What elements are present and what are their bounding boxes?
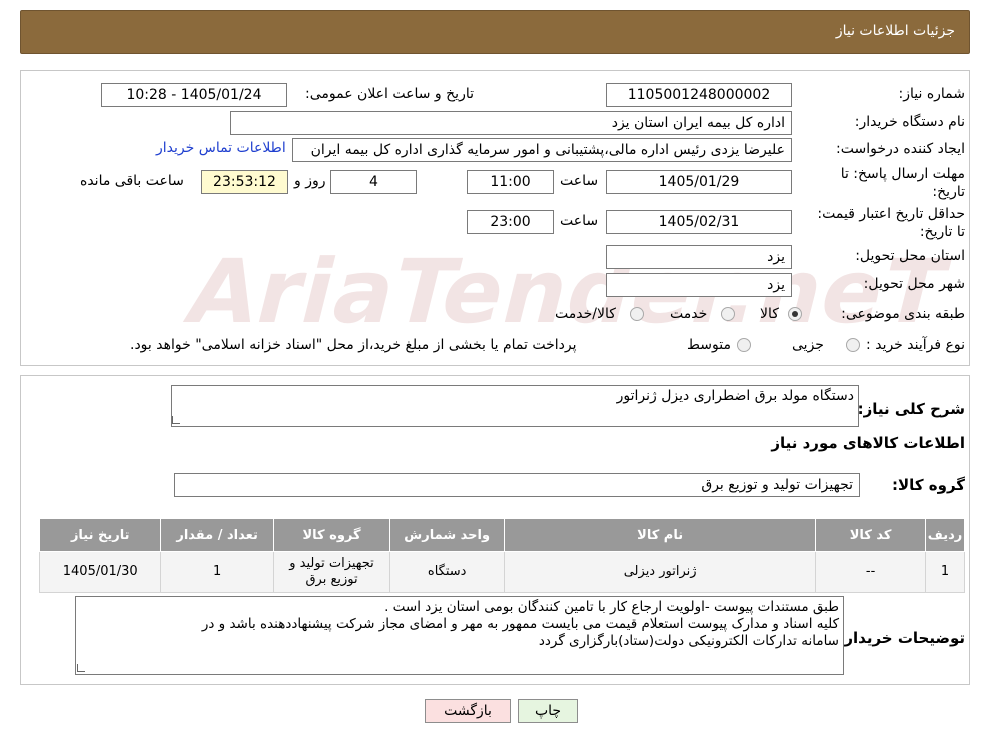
need-number-label: شماره نیاز:: [898, 86, 966, 102]
need-number-field: 1105001248000002: [606, 83, 792, 107]
announce-label: تاریخ و ساعت اعلان عمومی:: [305, 86, 474, 102]
cell-quantity: 1: [160, 551, 274, 593]
col-unit: واحد شمارش: [389, 518, 506, 552]
announce-field: 1405/01/24 - 10:28: [101, 83, 287, 107]
cell-code: --: [815, 551, 927, 593]
remaining-label: ساعت باقی مانده: [80, 173, 184, 189]
price-validity-date-field: 1405/02/31: [606, 210, 792, 234]
cell-group: تجهیزات تولید و توزیع برق: [272, 551, 391, 593]
category-goods-service-radio[interactable]: [630, 307, 644, 321]
col-name: نام کالا: [504, 518, 817, 552]
col-date: تاریخ نیاز: [38, 518, 162, 552]
col-code: کد کالا: [815, 518, 927, 552]
goods-info-title: اطلاعات کالاهای مورد نیاز: [771, 434, 965, 452]
deadline-date-field: 1405/01/29: [606, 170, 792, 194]
cell-date: 1405/01/30: [38, 551, 162, 593]
cell-unit: دستگاه: [389, 551, 506, 593]
city-field: یزد: [606, 273, 792, 297]
items-table: ردیف کد کالا نام کالا واحد شمارش گروه کا…: [38, 518, 965, 593]
category-goods-radio[interactable]: [788, 307, 802, 321]
cell-row: 1: [925, 551, 965, 593]
process-medium-radio[interactable]: [737, 338, 751, 352]
items-table-header: ردیف کد کالا نام کالا واحد شمارش گروه کا…: [38, 518, 965, 552]
goods-group-field: تجهیزات تولید و توزیع برق: [174, 473, 860, 497]
price-validity-label: حداقل تاریخ اعتبار قیمت: تا تاریخ:: [817, 206, 965, 240]
category-service-radio[interactable]: [721, 307, 735, 321]
deadline-time-field: 11:00: [467, 170, 554, 194]
days-field: 4: [330, 170, 417, 194]
need-summary-field[interactable]: دستگاه مولد برق اضطراری دیزل ژنراتور: [171, 385, 859, 427]
buyer-contact-link[interactable]: اطلاعات تماس خریدار: [156, 140, 286, 156]
city-label: شهر محل تحویل:: [863, 276, 965, 292]
deadline-time-label: ساعت: [560, 173, 599, 189]
creator-field: علیرضا یزدی رئیس اداره مالی،پشتیبانی و ا…: [292, 138, 792, 162]
resize-handle-icon[interactable]: [172, 416, 180, 424]
category-service-label: خدمت: [670, 306, 708, 322]
col-group: گروه کالا: [272, 518, 391, 552]
process-minor-label: جزیی: [792, 337, 824, 353]
price-validity-time-field: 23:00: [467, 210, 554, 234]
buyer-org-field: اداره کل بیمه ایران استان یزد: [230, 111, 792, 135]
table-row: 1 -- ژنراتور دیزلی دستگاه تجهیزات تولید …: [38, 551, 965, 593]
page-title: جزئیات اطلاعات نیاز: [835, 23, 955, 39]
buyer-org-label: نام دستگاه خریدار:: [854, 114, 965, 130]
need-summary-label: شرح کلی نیاز:: [857, 400, 965, 418]
buyer-notes-line3: سامانه تدارکات الکترونیکی دولت(ستاد)بارگ…: [538, 633, 839, 649]
watermark-logo: AriaTender.neT: [177, 240, 958, 343]
page-header: جزئیات اطلاعات نیاز: [20, 10, 970, 54]
col-quantity: تعداد / مقدار: [160, 518, 274, 552]
category-goods-label: کالا: [760, 306, 779, 322]
buyer-notes-label: توضیحات خریدار:: [838, 629, 965, 647]
process-note: پرداخت تمام یا بخشی از مبلغ خرید،از محل …: [130, 337, 577, 353]
process-label: نوع فرآیند خرید :: [866, 337, 965, 353]
category-goods-service-label: کالا/خدمت: [555, 306, 616, 322]
category-label: طبقه بندی موضوعی:: [841, 306, 965, 322]
resize-handle-icon[interactable]: [77, 664, 85, 672]
back-button[interactable]: بازگشت: [425, 699, 511, 723]
cell-name: ژنراتور دیزلی: [504, 551, 817, 593]
print-button[interactable]: چاپ: [518, 699, 578, 723]
creator-label: ایجاد کننده درخواست:: [836, 141, 965, 157]
need-summary-text: دستگاه مولد برق اضطراری دیزل ژنراتور: [616, 388, 854, 404]
province-label: استان محل تحویل:: [855, 248, 965, 264]
process-minor-radio[interactable]: [846, 338, 860, 352]
col-row: ردیف: [925, 518, 965, 552]
buyer-notes-line2: کلیه اسناد و مدارک پیوست استعلام قیمت می…: [201, 616, 839, 632]
deadline-label: مهلت ارسال پاسخ: تا تاریخ:: [840, 166, 965, 200]
goods-group-label: گروه کالا:: [892, 476, 965, 494]
price-validity-time-label: ساعت: [560, 213, 599, 229]
buyer-notes-line1: طبق مستندات پیوست -اولویت ارجاع کار با ت…: [384, 599, 839, 615]
remaining-time-field: 23:53:12: [201, 170, 288, 194]
province-field: یزد: [606, 245, 792, 269]
process-medium-label: متوسط: [687, 337, 731, 353]
buyer-notes-field[interactable]: طبق مستندات پیوست -اولویت ارجاع کار با ت…: [75, 596, 844, 675]
days-label: روز و: [294, 173, 326, 189]
